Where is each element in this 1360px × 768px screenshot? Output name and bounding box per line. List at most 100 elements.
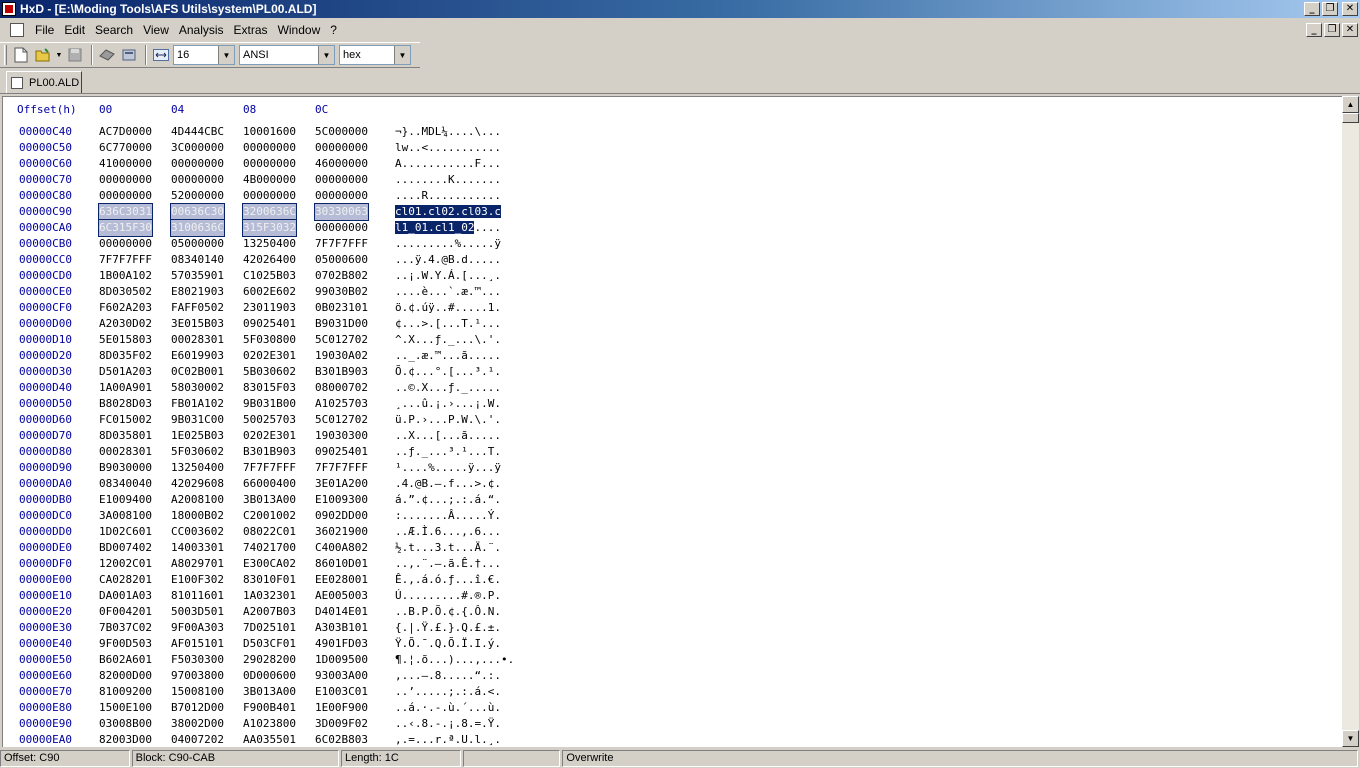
- ascii-text[interactable]: :.......Â.....Ý.: [395, 508, 501, 524]
- hex-byte-group[interactable]: 66000400: [243, 476, 296, 492]
- restore-button[interactable]: ❐: [1322, 2, 1338, 16]
- hex-byte-group[interactable]: 5C012702: [315, 412, 368, 428]
- open-folder-icon[interactable]: [33, 45, 53, 65]
- hex-byte-group[interactable]: A1023800: [243, 716, 296, 732]
- ascii-text[interactable]: Ÿ.Õ.¯.Q.Õ.Ï.I.ý.: [395, 636, 501, 652]
- hex-byte-group[interactable]: 3200636C: [242, 203, 297, 221]
- hex-byte-group[interactable]: D503CF01: [243, 636, 296, 652]
- hex-byte-group[interactable]: 8D030502: [99, 284, 152, 300]
- hex-byte-group[interactable]: 05000000: [171, 236, 224, 252]
- hex-byte-group[interactable]: 7D025101: [243, 620, 296, 636]
- hex-byte-group[interactable]: 4D444CBC: [171, 124, 224, 140]
- ascii-text[interactable]: ‚...—.8.....“.:.: [395, 668, 501, 684]
- hex-byte-group[interactable]: 23011903: [243, 300, 296, 316]
- hex-byte-group[interactable]: 6C02B803: [315, 732, 368, 747]
- hex-byte-group[interactable]: E1009400: [99, 492, 152, 508]
- menu-view[interactable]: View: [138, 23, 174, 37]
- hex-byte-group[interactable]: 00028301: [99, 444, 152, 460]
- scrollbar-thumb[interactable]: [1342, 113, 1359, 123]
- hex-byte-group[interactable]: 1A00A901: [99, 380, 152, 396]
- hex-byte-group[interactable]: B602A601: [99, 652, 152, 668]
- hex-byte-group[interactable]: 13250400: [243, 236, 296, 252]
- hex-byte-group[interactable]: 97003800: [171, 668, 224, 684]
- ascii-unselected[interactable]: ....: [474, 221, 501, 234]
- hex-byte-group[interactable]: E8021903: [171, 284, 224, 300]
- close-button[interactable]: ✕: [1342, 2, 1358, 16]
- hex-byte-group[interactable]: 15008100: [171, 684, 224, 700]
- hex-byte-group[interactable]: 00000000: [315, 220, 368, 236]
- hex-byte-group[interactable]: 1A032301: [243, 588, 296, 604]
- doc-restore-button[interactable]: ❐: [1324, 23, 1340, 37]
- hex-byte-group[interactable]: 7F7F7FFF: [99, 252, 152, 268]
- hex-byte-group[interactable]: FAFF0502: [171, 300, 224, 316]
- hex-byte-group[interactable]: 5C012702: [315, 332, 368, 348]
- open-ram-icon[interactable]: [119, 45, 139, 65]
- hex-byte-group[interactable]: 1D02C601: [99, 524, 152, 540]
- hex-byte-group[interactable]: AF015101: [171, 636, 224, 652]
- toolbar-grip[interactable]: [4, 45, 7, 65]
- hex-byte-group[interactable]: DA001A03: [99, 588, 152, 604]
- ascii-text[interactable]: ¬}..MDL¼....\...: [395, 124, 501, 140]
- ascii-text[interactable]: ...ÿ.4.@B.d.....: [395, 252, 501, 268]
- hex-byte-group[interactable]: 08000702: [315, 380, 368, 396]
- hex-byte-group[interactable]: 00636C30: [170, 203, 225, 221]
- hex-byte-group[interactable]: BD007402: [99, 540, 152, 556]
- hex-byte-group[interactable]: 5E015803: [99, 332, 152, 348]
- hex-byte-group[interactable]: 636C3031: [98, 203, 153, 221]
- hex-byte-group[interactable]: 9B031B00: [243, 396, 296, 412]
- chevron-down-icon[interactable]: ▼: [394, 46, 410, 64]
- hex-byte-group[interactable]: AA035501: [243, 732, 296, 747]
- hex-byte-group[interactable]: 57035901: [171, 268, 224, 284]
- chevron-down-icon[interactable]: ▼: [218, 46, 234, 64]
- hex-byte-group[interactable]: EE028001: [315, 572, 368, 588]
- hex-byte-group[interactable]: C1025B03: [243, 268, 296, 284]
- ascii-text[interactable]: .4.@B.–.f...>.¢.: [395, 476, 501, 492]
- hex-byte-group[interactable]: 6C770000: [99, 140, 152, 156]
- doc-minimize-button[interactable]: _: [1306, 23, 1322, 37]
- hex-byte-group[interactable]: F602A203: [99, 300, 152, 316]
- hex-byte-group[interactable]: 82000D00: [99, 668, 152, 684]
- hex-byte-group[interactable]: 6002E602: [243, 284, 296, 300]
- ascii-text[interactable]: ¢...>.[...T.¹...: [395, 316, 501, 332]
- ascii-text[interactable]: ..’.....;.:.á.<.: [395, 684, 501, 700]
- hex-byte-group[interactable]: 74021700: [243, 540, 296, 556]
- tab-pl00-ald[interactable]: PL00.ALD: [6, 71, 82, 93]
- hex-byte-group[interactable]: 08022C01: [243, 524, 296, 540]
- hex-byte-group[interactable]: 0702B802: [315, 268, 368, 284]
- hex-byte-group[interactable]: 3C000000: [171, 140, 224, 156]
- hex-byte-group[interactable]: 00000000: [99, 188, 152, 204]
- hex-byte-group[interactable]: 12002C01: [99, 556, 152, 572]
- ascii-text[interactable]: ..,.¨.—.ã.Ê.†...: [395, 556, 501, 572]
- ascii-text[interactable]: {.|.Ÿ.£.}.Q.£.±.: [395, 620, 501, 636]
- hex-byte-group[interactable]: 00000000: [243, 188, 296, 204]
- hex-byte-group[interactable]: 0202E301: [243, 428, 296, 444]
- save-icon[interactable]: [65, 45, 85, 65]
- hex-byte-group[interactable]: 5003D501: [171, 604, 224, 620]
- hex-byte-group[interactable]: 7F7F7FFF: [243, 460, 296, 476]
- hex-byte-group[interactable]: A1025703: [315, 396, 368, 412]
- hex-byte-group[interactable]: AE005003: [315, 588, 368, 604]
- hex-byte-group[interactable]: B9030000: [99, 460, 152, 476]
- hex-byte-group[interactable]: 38002D00: [171, 716, 224, 732]
- document-system-icon[interactable]: [10, 23, 24, 37]
- hex-byte-group[interactable]: E1009300: [315, 492, 368, 508]
- new-file-icon[interactable]: [11, 45, 31, 65]
- ascii-text[interactable]: ö.¢.úÿ..#.....1.: [395, 300, 501, 316]
- hex-byte-group[interactable]: 00000000: [99, 172, 152, 188]
- ascii-text[interactable]: Ú.........#.®.P.: [395, 588, 501, 604]
- hex-byte-group[interactable]: 13250400: [171, 460, 224, 476]
- hex-byte-group[interactable]: 8D035F02: [99, 348, 152, 364]
- hex-byte-group[interactable]: 00000000: [171, 172, 224, 188]
- hex-byte-group[interactable]: 3B013A00: [243, 684, 296, 700]
- hex-byte-group[interactable]: F5030300: [171, 652, 224, 668]
- hex-byte-group[interactable]: D4014E01: [315, 604, 368, 620]
- hex-byte-group[interactable]: 81011601: [171, 588, 224, 604]
- hex-byte-group[interactable]: 14003301: [171, 540, 224, 556]
- ascii-text[interactable]: ½.t...3.t...Ä.¨.: [395, 540, 501, 556]
- hex-byte-group[interactable]: 9F00D503: [99, 636, 152, 652]
- hex-byte-group[interactable]: E6019903: [171, 348, 224, 364]
- hex-byte-group[interactable]: 6C315F30: [98, 219, 153, 237]
- open-dropdown-icon[interactable]: ▼: [55, 45, 63, 65]
- ascii-text[interactable]: ....R...........: [395, 188, 501, 204]
- hex-byte-group[interactable]: 4901FD03: [315, 636, 368, 652]
